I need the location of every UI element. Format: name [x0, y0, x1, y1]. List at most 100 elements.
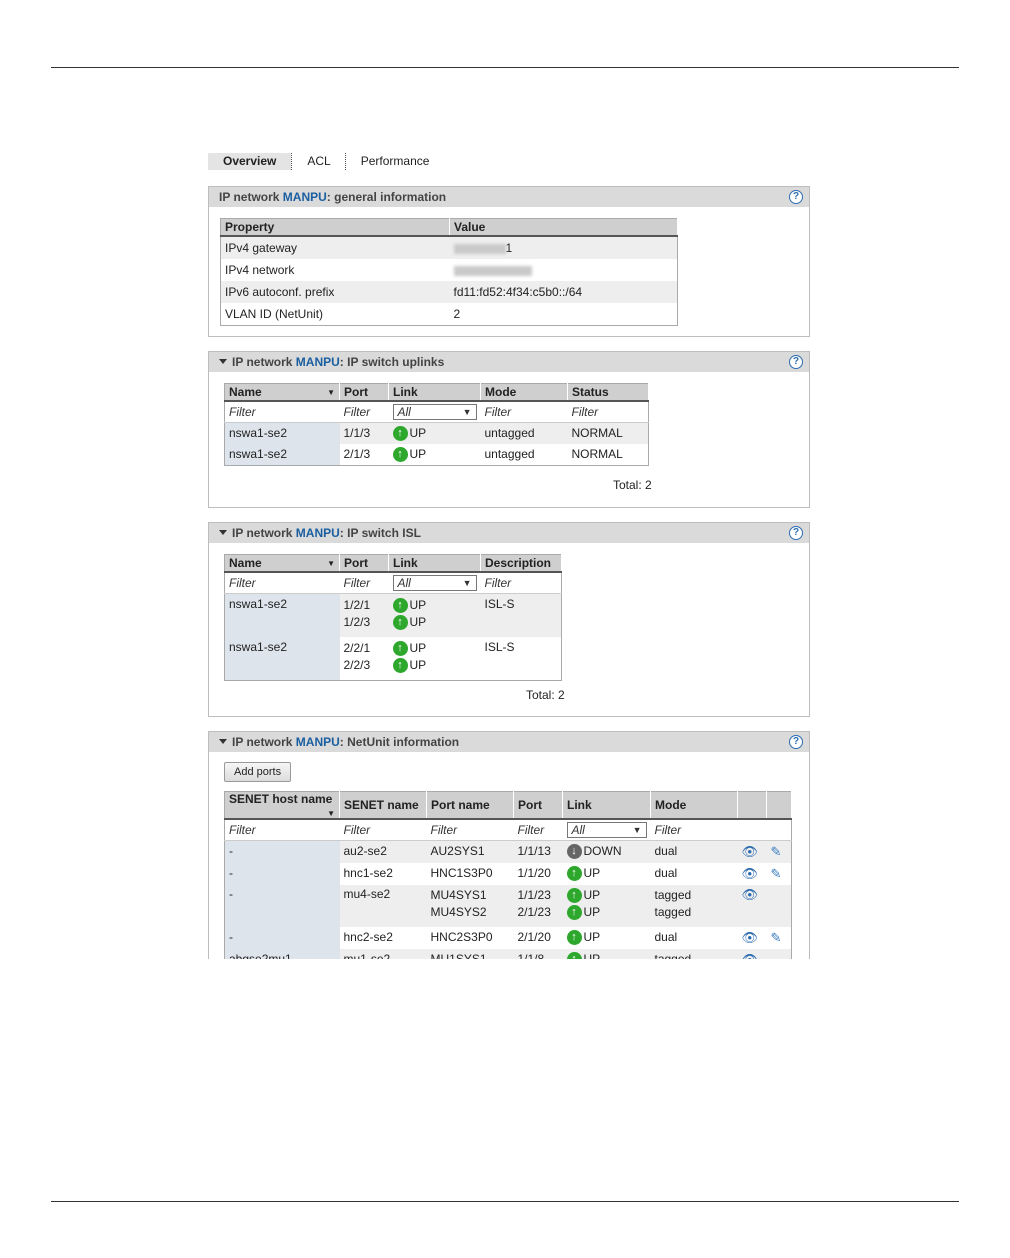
panel-title-prefix: IP network: [232, 735, 296, 749]
column-header-link[interactable]: Link: [562, 791, 651, 820]
add-ports-button[interactable]: Add ports: [224, 762, 292, 782]
isl-panel: IP network MANPU: IP switch ISL ? Name ▼ …: [208, 522, 810, 717]
row-name: nswa1-se2: [224, 637, 340, 681]
view-icon[interactable]: 👁: [737, 949, 767, 959]
row-name: nswa1-se2: [224, 444, 340, 466]
tab-bar: Overview ACL Performance: [208, 153, 443, 170]
sort-down-icon[interactable]: ▼: [327, 388, 335, 397]
edit-icon[interactable]: ✎: [767, 927, 792, 949]
panel-title-prefix: IP network: [219, 190, 283, 204]
link-up-icon: ↑: [566, 952, 582, 959]
table-row[interactable]: - hnc2-se2 HNC2S3P0 2/1/20 ↑ UP dual 👁 ✎: [224, 927, 792, 949]
table-row[interactable]: nswa1-se2 2/1/3 ↑ UP untagged NORMAL: [224, 444, 649, 466]
column-header-value: Value: [449, 218, 678, 237]
panel-header[interactable]: IP network MANPU: IP switch uplinks ?: [209, 352, 809, 372]
column-header-status[interactable]: Status: [567, 383, 649, 402]
view-icon[interactable]: 👁: [737, 885, 767, 927]
name-filter[interactable]: Filter: [224, 401, 340, 423]
sort-down-icon[interactable]: ▼: [327, 559, 335, 568]
tab-overview[interactable]: Overview: [208, 153, 292, 170]
netunit-table: SENET host name ▼ SENET name Port name Po…: [224, 791, 792, 959]
port-filter[interactable]: Filter: [339, 401, 389, 423]
column-header-senet-name[interactable]: SENET name: [339, 791, 427, 820]
name-filter[interactable]: Filter: [224, 572, 340, 594]
collapse-triangle-icon[interactable]: [219, 530, 227, 536]
link-filter-select[interactable]: All ▼: [562, 819, 651, 841]
sort-down-icon[interactable]: ▼: [327, 809, 335, 818]
status-filter[interactable]: Filter: [567, 401, 649, 423]
view-icon[interactable]: 👁: [738, 863, 767, 885]
tab-performance[interactable]: Performance: [347, 153, 444, 170]
table-row[interactable]: - au2-se2 AU2SYS1 1/1/13 ↓ DOWN dual 👁 ✎: [224, 840, 792, 863]
mode-filter[interactable]: Filter: [480, 401, 568, 423]
edit-icon[interactable]: ✎: [767, 863, 792, 885]
help-icon[interactable]: ?: [789, 190, 803, 204]
row-name: nswa1-se2: [224, 593, 340, 637]
link-filter-select[interactable]: All ▼: [388, 572, 481, 594]
column-header-name[interactable]: Name ▼: [224, 554, 340, 573]
link-down-icon: ↓: [566, 844, 582, 860]
column-header-view: [737, 791, 767, 820]
table-row[interactable]: abgse2mu1 mu1-se2 MU1SYS1 1/1/8 ↑UP tagg…: [224, 949, 792, 959]
view-icon[interactable]: 👁: [738, 927, 767, 949]
row-link: ↑ UP ↑ UP: [389, 637, 481, 681]
port-filter[interactable]: Filter: [513, 819, 563, 841]
dropdown-arrow-icon[interactable]: ▼: [463, 405, 472, 419]
help-icon[interactable]: ?: [789, 526, 803, 540]
row-link: ↑UP: [562, 949, 651, 959]
row-senet: hnc2-se2: [343, 930, 393, 944]
column-header-port[interactable]: Port: [339, 554, 389, 573]
table-row[interactable]: nswa1-se2 1/1/3 ↑ UP untagged NORMAL: [224, 422, 649, 444]
column-header-mode[interactable]: Mode: [480, 383, 568, 402]
link-up-icon: ↑: [392, 447, 408, 463]
table-row: IPv4 gateway 1: [220, 236, 678, 259]
row-port: 2/1/3: [343, 447, 371, 461]
table-row: VLAN ID (NetUnit) 2: [221, 303, 678, 326]
collapse-triangle-icon[interactable]: [219, 739, 227, 745]
dropdown-arrow-icon[interactable]: ▼: [633, 823, 642, 837]
column-header-link[interactable]: Link: [388, 383, 481, 402]
property-value: 1: [449, 236, 678, 259]
row-mode: tagged tagged: [650, 885, 738, 927]
isl-table: Name ▼ Port Link Description Filter Filte…: [224, 554, 562, 681]
edit-icon[interactable]: ✎: [766, 840, 792, 863]
collapse-triangle-icon[interactable]: [219, 359, 227, 365]
port-name-filter[interactable]: Filter: [426, 819, 514, 841]
column-header-description[interactable]: Description: [480, 554, 562, 573]
row-port-name: HNC1S3P0: [430, 866, 493, 880]
column-header-senet-host-name[interactable]: SENET host name ▼: [224, 791, 340, 820]
link-filter-select[interactable]: All ▼: [388, 401, 481, 423]
senet-filter[interactable]: Filter: [339, 819, 427, 841]
port-filter[interactable]: Filter: [339, 572, 389, 594]
table-row[interactable]: nswa1-se2 1/2/1 1/2/3 ↑ UP ↑ UP ISL-S: [224, 593, 562, 637]
row-mode: dual: [650, 840, 738, 863]
column-header-port-name[interactable]: Port name: [426, 791, 514, 820]
column-header-port[interactable]: Port: [513, 791, 563, 820]
column-header-link[interactable]: Link: [388, 554, 481, 573]
table-row[interactable]: - hnc1-se2 HNC1S3P0 1/1/20 ↑ UP dual 👁 ✎: [224, 863, 792, 885]
help-icon[interactable]: ?: [789, 355, 803, 369]
panel-header[interactable]: IP network MANPU: IP switch ISL ?: [209, 523, 809, 543]
row-link: ↑ UP ↑ UP: [388, 593, 481, 637]
column-header-name[interactable]: Name ▼: [224, 383, 340, 402]
table-row[interactable]: - mu4-se2 MU4SYS1 MU4SYS2 1/1/23 2/1/23 ↑ U…: [224, 885, 792, 927]
row-port: 1/1/23 2/1/23: [513, 885, 563, 927]
row-host: abgse2mu1: [224, 949, 340, 959]
tab-acl[interactable]: ACL: [293, 153, 344, 170]
view-icon[interactable]: 👁: [737, 840, 767, 863]
general-info-table: Property Value IPv4 gateway 1 IPv4 netwo…: [220, 218, 678, 326]
mode-filter[interactable]: Filter: [650, 819, 738, 841]
column-header-mode[interactable]: Mode: [650, 791, 738, 820]
row-port: 1/1/20: [517, 866, 551, 880]
property-value: fd11:fd52:4f34:c5b0::/64: [449, 281, 678, 303]
dropdown-arrow-icon[interactable]: ▼: [463, 576, 472, 590]
panel-header[interactable]: IP network MANPU: NetUnit information ?: [209, 732, 809, 752]
help-icon[interactable]: ?: [789, 735, 803, 749]
redacted-value: [453, 243, 506, 254]
description-filter[interactable]: Filter: [480, 572, 562, 594]
general-info-panel: IP network MANPU: general information ? …: [208, 186, 810, 337]
table-row[interactable]: nswa1-se2 2/2/1 2/2/3 ↑ UP ↑ UP ISL-S: [224, 637, 562, 681]
row-link: ↑UP: [389, 444, 481, 466]
host-filter[interactable]: Filter: [224, 819, 340, 841]
column-header-port[interactable]: Port: [339, 383, 389, 402]
